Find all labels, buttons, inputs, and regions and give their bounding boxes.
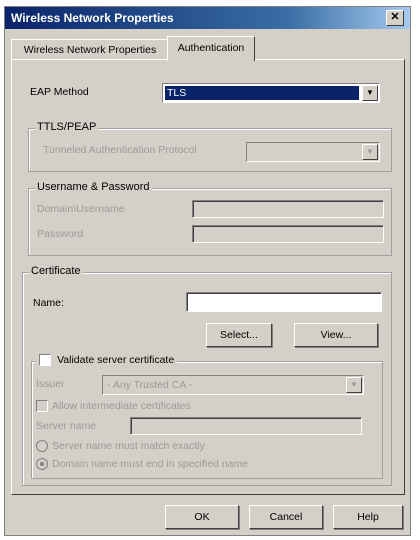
properties-dialog: Wireless Network Properties ✕ Wireless N… — [4, 6, 411, 536]
issuer-select: - Any Trusted CA - ▼ — [102, 375, 364, 395]
view-button[interactable]: View... — [294, 323, 378, 347]
chevron-down-icon: ▼ — [346, 377, 362, 393]
tab-wireless-network-properties[interactable]: Wireless Network Properties — [11, 39, 169, 60]
server-name-field — [130, 417, 362, 435]
username-field — [192, 200, 384, 218]
eap-method-value: TLS — [165, 86, 359, 100]
validate-server-header: Validate server certificate — [36, 354, 178, 368]
select-button[interactable]: Select... — [206, 323, 272, 347]
ttls-peap-group: TTLS/PEAP Tunneled Authentication Protoc… — [28, 121, 392, 172]
validate-server-group: Validate server certificate Issuer - Any… — [31, 354, 383, 479]
validate-server-label: Validate server certificate — [57, 354, 175, 367]
authentication-panel: EAP Method TLS ▼ TTLS/PEAP Tunneled Auth… — [11, 59, 405, 495]
chevron-down-icon: ▼ — [362, 144, 378, 160]
eap-method-select[interactable]: TLS ▼ — [162, 83, 380, 103]
tunneled-protocol-label: Tunneled Authentication Protocol — [43, 144, 197, 156]
issuer-value: - Any Trusted CA - — [107, 379, 193, 391]
cancel-button[interactable]: Cancel — [249, 505, 323, 529]
certificate-legend: Certificate — [29, 265, 83, 277]
username-password-legend: Username & Password — [35, 181, 152, 193]
password-field — [192, 225, 384, 243]
username-label: Domain\Username — [37, 203, 125, 215]
match-exact-radio — [36, 440, 48, 452]
eap-method-label: EAP Method — [30, 86, 89, 98]
window-title: Wireless Network Properties — [11, 11, 174, 25]
intermediate-checkbox — [36, 400, 48, 412]
certificate-group: Certificate Name: Select... View... Vali… — [22, 265, 392, 486]
help-button[interactable]: Help — [333, 505, 403, 529]
intermediate-label: Allow intermediate certificates — [52, 400, 191, 412]
password-label: Password — [37, 228, 84, 240]
issuer-label: Issuer — [36, 378, 65, 390]
title-bar[interactable]: Wireless Network Properties ✕ — [5, 7, 410, 29]
chevron-down-icon[interactable]: ▼ — [362, 85, 378, 101]
ttls-peap-legend: TTLS/PEAP — [35, 121, 99, 133]
ok-button[interactable]: OK — [165, 505, 239, 529]
tunneled-protocol-value — [249, 145, 359, 159]
tab-authentication[interactable]: Authentication — [167, 36, 255, 61]
close-button[interactable]: ✕ — [386, 10, 404, 26]
server-name-label: Server name — [36, 420, 97, 432]
validate-server-checkbox[interactable] — [39, 354, 51, 367]
tunneled-protocol-select: ▼ — [246, 142, 380, 162]
certificate-name-field[interactable] — [186, 292, 382, 312]
username-password-group: Username & Password Domain\Username Pass… — [28, 181, 392, 256]
domain-end-label: Domain name must end in specified name — [52, 458, 249, 470]
certificate-name-label: Name: — [33, 297, 64, 309]
match-exact-label: Server name must match exactly — [52, 440, 205, 452]
domain-end-radio — [36, 458, 48, 470]
